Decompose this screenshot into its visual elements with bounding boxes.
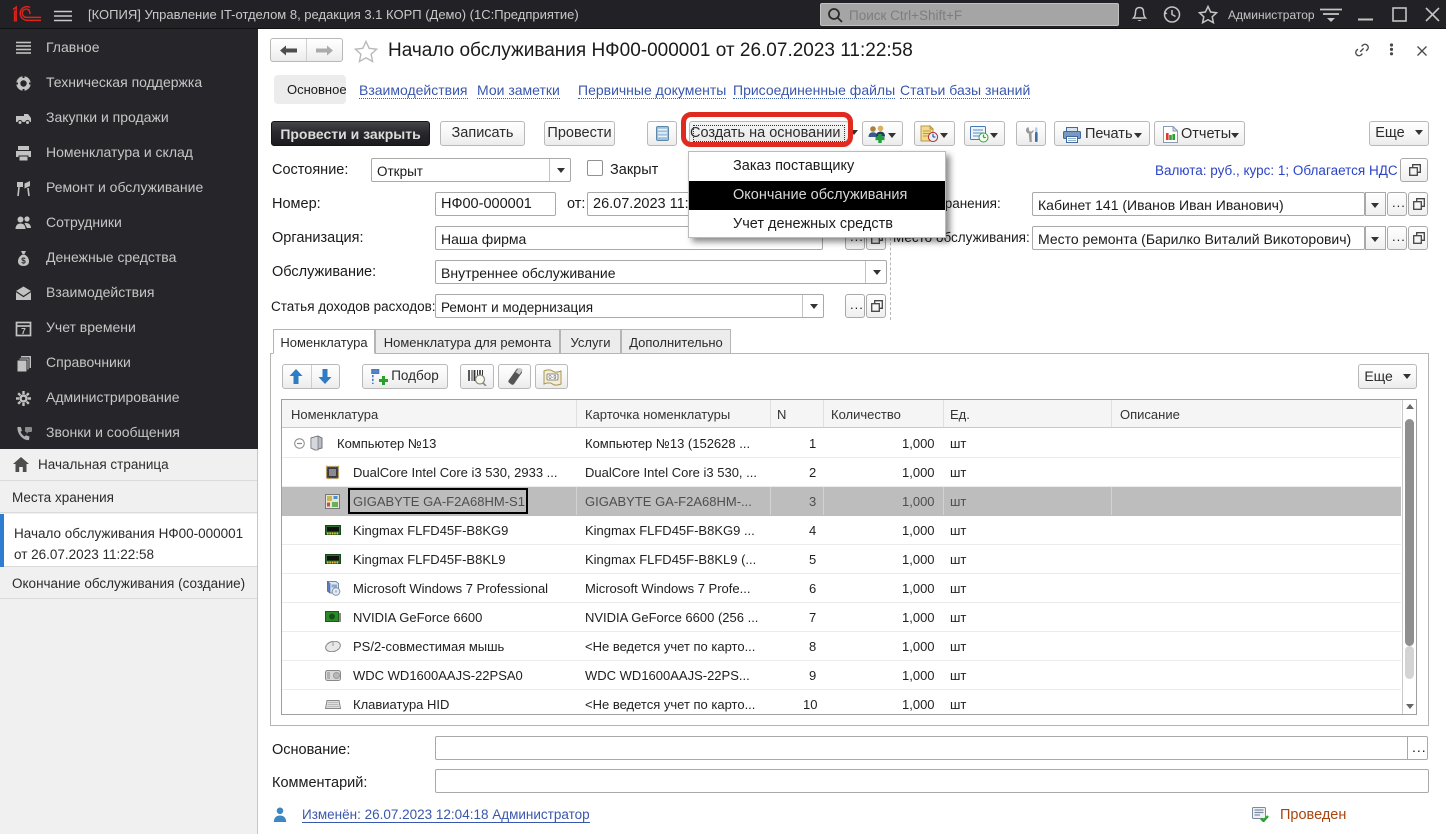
svg-text:0-9: 0-9	[549, 375, 557, 381]
svg-text:7: 7	[21, 326, 26, 336]
svg-text:$: $	[21, 257, 26, 266]
